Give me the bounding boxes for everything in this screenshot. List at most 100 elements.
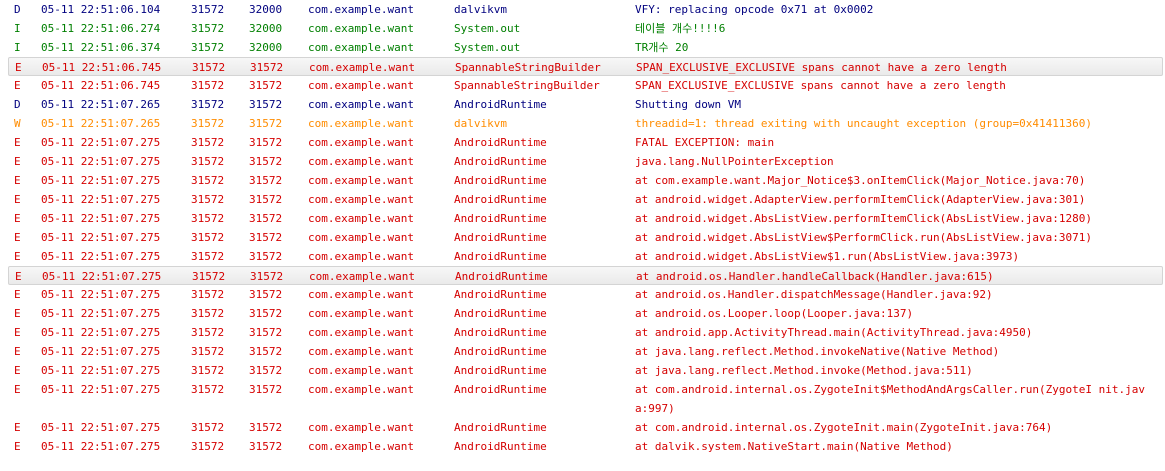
- log-tid: 31572: [250, 270, 284, 283]
- log-application: com.example.want: [308, 22, 414, 35]
- log-tid: 31572: [249, 155, 283, 168]
- log-level: E: [14, 136, 21, 149]
- log-row[interactable]: E 05-11 22:51:07.275 31572 31572 com.example…: [0, 361, 1165, 380]
- log-pid: 31572: [191, 364, 225, 377]
- log-row[interactable]: E 05-11 22:51:07.275 31572 31572 com.example…: [0, 437, 1165, 456]
- log-time: 05-11 22:51:07.275: [41, 288, 161, 301]
- log-text: Shutting down VM: [635, 98, 741, 111]
- log-tag: AndroidRuntime: [454, 155, 547, 168]
- log-application: com.example.want: [308, 193, 414, 206]
- log-row[interactable]: D 05-11 22:51:06.104 31572 32000 com.example…: [0, 0, 1165, 19]
- log-pid: 31572: [191, 41, 225, 54]
- log-time: 05-11 22:51:07.275: [41, 250, 161, 263]
- log-time: 05-11 22:51:06.374: [41, 41, 161, 54]
- log-tag: AndroidRuntime: [454, 231, 547, 244]
- log-tag: SpannableStringBuilder: [455, 61, 601, 74]
- log-time: 05-11 22:51:07.275: [41, 231, 161, 244]
- log-row[interactable]: E 05-11 22:51:07.275 31572 31572 com.example…: [0, 323, 1165, 342]
- log-text: at java.lang.reflect.Method.invokeNative…: [635, 345, 1000, 358]
- log-row[interactable]: D 05-11 22:51:07.265 31572 31572 com.example…: [0, 95, 1165, 114]
- log-row[interactable]: E 05-11 22:51:07.275 31572 31572 com.example…: [0, 171, 1165, 190]
- log-row[interactable]: E 05-11 22:51:07.275 31572 31572 com.example…: [8, 266, 1163, 285]
- log-row[interactable]: W 05-11 22:51:07.265 31572 31572 com.example…: [0, 114, 1165, 133]
- log-pid: 31572: [191, 98, 225, 111]
- log-tag: AndroidRuntime: [454, 250, 547, 263]
- logcat-message-list[interactable]: D 05-11 22:51:06.104 31572 32000 com.example…: [0, 0, 1165, 471]
- log-time: 05-11 22:51:07.275: [41, 383, 161, 396]
- log-text: at android.os.Looper.loop(Looper.java:13…: [635, 307, 914, 320]
- log-application: com.example.want: [308, 231, 414, 244]
- log-level: D: [14, 3, 21, 16]
- log-application: com.example.want: [308, 41, 414, 54]
- log-time: 05-11 22:51:06.274: [41, 22, 161, 35]
- log-tag: AndroidRuntime: [454, 421, 547, 434]
- log-tag: SpannableStringBuilder: [454, 79, 600, 92]
- log-row[interactable]: E 05-11 22:51:07.275 31572 31572 com.example…: [0, 304, 1165, 323]
- log-pid: 31572: [191, 117, 225, 130]
- log-row[interactable]: E 05-11 22:51:07.275 31572 31572 com.example…: [0, 247, 1165, 266]
- log-row[interactable]: E 05-11 22:51:07.275 31572 31572 com.example…: [0, 133, 1165, 152]
- log-text: at java.lang.reflect.Method.invoke(Metho…: [635, 364, 973, 377]
- log-text: FATAL EXCEPTION: main: [635, 136, 775, 149]
- log-level: D: [14, 98, 21, 111]
- log-pid: 31572: [191, 155, 225, 168]
- log-row[interactable]: E 05-11 22:51:07.275 31572 31572 com.example…: [0, 285, 1165, 304]
- log-application: com.example.want: [308, 421, 414, 434]
- log-text: at android.widget.AbsListView$PerformCli…: [635, 231, 1092, 244]
- log-row[interactable]: E 05-11 22:51:07.275 31572 31572 com.example…: [0, 190, 1165, 209]
- log-level: I: [14, 41, 21, 54]
- log-row[interactable]: E 05-11 22:51:07.275 31572 31572 com.example…: [0, 380, 1165, 418]
- log-text: java.lang.NullPointerException: [635, 155, 834, 168]
- log-row[interactable]: E 05-11 22:51:07.275 31572 31572 com.example…: [0, 228, 1165, 247]
- log-tid: 31572: [249, 231, 283, 244]
- log-level: E: [14, 155, 21, 168]
- log-pid: 31572: [192, 270, 226, 283]
- log-level: E: [14, 79, 21, 92]
- log-tid: 31572: [249, 326, 283, 339]
- log-pid: 31572: [192, 61, 226, 74]
- log-application: com.example.want: [308, 326, 414, 339]
- log-level: E: [14, 193, 21, 206]
- log-application: com.example.want: [308, 174, 414, 187]
- log-text: at android.widget.AbsListView$1.run(AbsL…: [635, 250, 1020, 263]
- log-time: 05-11 22:51:06.104: [41, 3, 161, 16]
- log-time: 05-11 22:51:07.265: [41, 117, 161, 130]
- log-application: com.example.want: [308, 440, 414, 453]
- log-time: 05-11 22:51:07.275: [41, 326, 161, 339]
- log-level: E: [14, 326, 21, 339]
- log-pid: 31572: [191, 440, 225, 453]
- log-tid: 31572: [249, 421, 283, 434]
- log-row[interactable]: E 05-11 22:51:07.275 31572 31572 com.example…: [0, 209, 1165, 228]
- log-tag: AndroidRuntime: [455, 270, 548, 283]
- log-tid: 31572: [249, 136, 283, 149]
- log-row[interactable]: I 05-11 22:51:06.274 31572 32000 com.example…: [0, 19, 1165, 38]
- log-pid: 31572: [191, 79, 225, 92]
- log-pid: 31572: [191, 193, 225, 206]
- log-row[interactable]: E 05-11 22:51:07.275 31572 31572 com.example…: [0, 418, 1165, 437]
- log-text: at android.os.Handler.handleCallback(Han…: [636, 270, 994, 283]
- log-application: com.example.want: [308, 136, 414, 149]
- log-tag: System.out: [454, 41, 521, 54]
- log-application: com.example.want: [308, 117, 414, 130]
- log-application: com.example.want: [308, 155, 414, 168]
- log-level: E: [14, 421, 21, 434]
- log-tag: AndroidRuntime: [454, 364, 547, 377]
- log-pid: 31572: [191, 22, 225, 35]
- log-row[interactable]: E 05-11 22:51:06.745 31572 31572 com.example…: [8, 57, 1163, 76]
- log-row[interactable]: I 05-11 22:51:06.374 31572 32000 com.example…: [0, 38, 1165, 57]
- log-level: E: [14, 440, 21, 453]
- log-tid: 32000: [249, 3, 283, 16]
- log-text: SPAN_EXCLUSIVE_EXCLUSIVE spans cannot ha…: [636, 61, 1007, 74]
- log-level: E: [14, 174, 21, 187]
- log-tid: 31572: [249, 383, 283, 396]
- log-pid: 31572: [191, 288, 225, 301]
- log-application: com.example.want: [309, 270, 415, 283]
- log-row[interactable]: E 05-11 22:51:06.745 31572 31572 com.example…: [0, 76, 1165, 95]
- log-row[interactable]: E 05-11 22:51:07.275 31572 31572 com.example…: [0, 152, 1165, 171]
- log-level: E: [14, 364, 21, 377]
- log-tag: System.out: [454, 22, 521, 35]
- log-row[interactable]: E 05-11 22:51:07.275 31572 31572 com.example…: [0, 342, 1165, 361]
- log-time: 05-11 22:51:06.745: [42, 61, 162, 74]
- log-time: 05-11 22:51:07.275: [41, 364, 161, 377]
- log-tid: 31572: [249, 193, 283, 206]
